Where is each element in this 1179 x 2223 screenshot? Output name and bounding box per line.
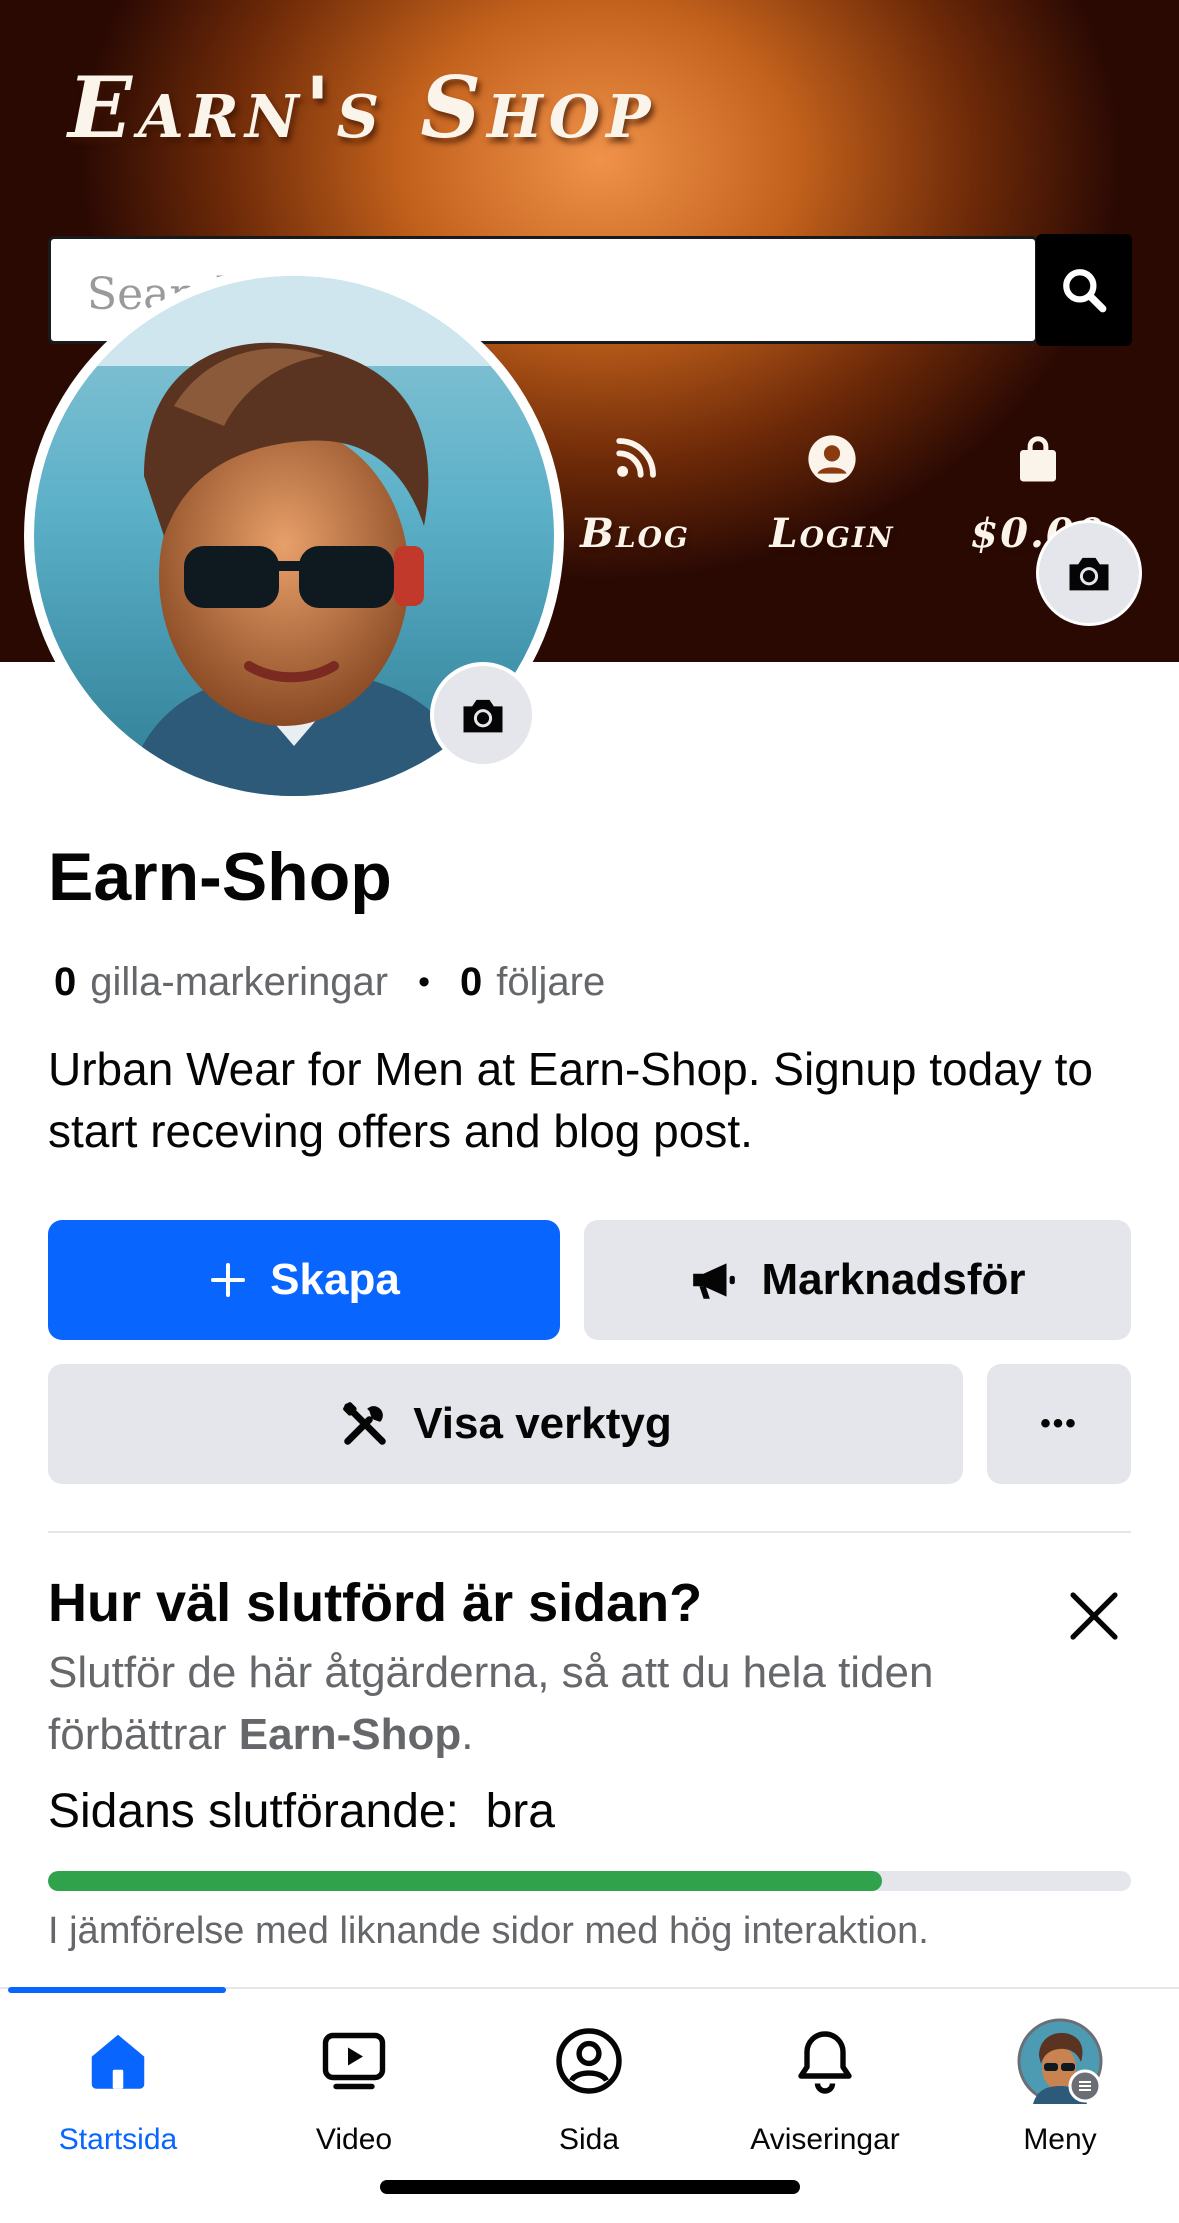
cover-nav-label: Blog <box>580 510 690 557</box>
view-tools-button[interactable]: Visa verktyg <box>48 1364 963 1484</box>
page-stats: 0 gilla-markeringar • 0 följare <box>54 960 605 1005</box>
tab-notifications[interactable]: Aviseringar <box>707 2015 943 2157</box>
section-divider <box>48 1531 1131 1533</box>
completion-desc-page: Earn-Shop <box>238 1710 462 1759</box>
cover-search-button <box>1036 234 1132 346</box>
cover-shop-title: Earn's Shop <box>68 58 657 157</box>
followers-label[interactable]: följare <box>496 960 605 1005</box>
tab-label: Startsida <box>58 2123 178 2156</box>
rss-icon <box>616 438 656 478</box>
completion-progress-fill <box>48 1871 882 1891</box>
tools-icon <box>343 1402 387 1445</box>
cover-nav-login: Login <box>742 430 922 557</box>
plus-icon <box>211 1263 246 1297</box>
tab-video[interactable]: Video <box>236 2015 472 2157</box>
more-options-icon: ••• <box>1040 1407 1078 1440</box>
create-button[interactable]: Skapa <box>48 1220 560 1340</box>
edit-cover-photo-button[interactable] <box>1036 520 1142 626</box>
menu-avatar-icon <box>1017 2018 1103 2104</box>
promote-button-label: Marknadsför <box>761 1255 1026 1304</box>
close-completion-button[interactable] <box>1064 1586 1124 1646</box>
bell-icon <box>798 2031 852 2094</box>
user-circle-icon <box>808 435 856 483</box>
home-indicator <box>380 2180 800 2194</box>
completion-status-label: Sidans slutförande: <box>48 1785 459 1838</box>
tab-label: Video <box>315 2123 393 2156</box>
completion-desc-end: . <box>461 1710 474 1759</box>
video-icon <box>322 2032 386 2090</box>
active-tab-indicator <box>8 1987 226 1993</box>
completion-note: I jämförelse med liknande sidor med hög … <box>48 1910 929 1952</box>
create-button-label: Skapa <box>270 1255 400 1304</box>
tab-home[interactable]: Startsida <box>0 2015 236 2157</box>
cover-nav-label: Login <box>769 510 895 557</box>
stats-separator: • <box>418 963 431 1001</box>
search-icon <box>1063 269 1107 313</box>
promote-button[interactable]: Marknadsför <box>584 1220 1131 1340</box>
more-options-button[interactable]: ••• <box>987 1364 1131 1484</box>
completion-desc-text: Slutför de här åtgärderna, så att du hel… <box>48 1648 934 1759</box>
tab-menu[interactable]: Meny <box>942 2015 1178 2157</box>
completion-progress-bar <box>48 1871 1131 1891</box>
likes-count: 0 <box>54 960 77 1004</box>
page-profile-icon <box>556 2028 622 2094</box>
camera-icon <box>1069 557 1109 591</box>
page-title: Earn-Shop <box>48 839 392 915</box>
completion-description: Slutför de här åtgärderna, så att du hel… <box>48 1642 1098 1766</box>
cover-nav-blog: Blog <box>545 430 725 557</box>
tab-label: Sida <box>558 2123 620 2156</box>
page-bio: Urban Wear for Men at Earn-Shop. Signup … <box>48 1043 1093 1157</box>
view-tools-button-label: Visa verktyg <box>413 1399 672 1448</box>
camera-icon <box>463 699 503 733</box>
completion-status-value: bra <box>485 1785 555 1838</box>
tab-label: Aviseringar <box>750 2123 900 2156</box>
tab-label: Meny <box>1023 2123 1097 2156</box>
edit-profile-picture-button[interactable] <box>430 662 536 768</box>
followers-count: 0 <box>460 960 483 1004</box>
close-icon <box>1070 1592 1118 1640</box>
megaphone-icon <box>693 1263 736 1299</box>
completion-title: Hur väl slutförd är sidan? <box>48 1573 703 1633</box>
home-icon <box>91 2034 145 2089</box>
tab-page[interactable]: Sida <box>471 2015 707 2157</box>
likes-label[interactable]: gilla-markeringar <box>90 960 388 1005</box>
completion-status: Sidans slutförande: bra <box>48 1784 555 1839</box>
shopping-bag-icon <box>1020 436 1056 482</box>
